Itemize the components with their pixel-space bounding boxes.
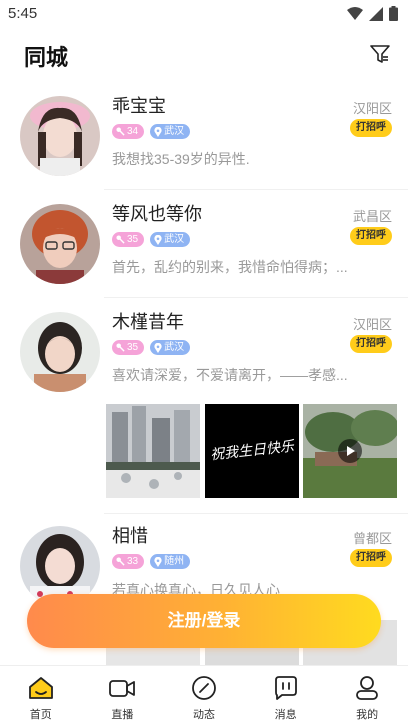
district: 汉阳区 xyxy=(352,317,392,332)
age-tag: 35 xyxy=(112,232,145,247)
city-value: 武汉 xyxy=(164,342,185,353)
tab-profile[interactable]: 我的 xyxy=(326,666,408,725)
age-value: 34 xyxy=(127,126,139,137)
page-title: 同城 xyxy=(24,45,69,70)
greet-button[interactable]: 打招呼 xyxy=(350,549,392,567)
city-tag: 武汉 xyxy=(150,232,191,247)
key-icon xyxy=(116,557,125,566)
avatar[interactable] xyxy=(20,96,100,176)
location-icon xyxy=(154,342,162,353)
user-tags: 35 武汉 xyxy=(112,340,191,355)
wifi-icon xyxy=(347,6,363,20)
greet-button[interactable]: 打招呼 xyxy=(350,119,392,137)
district: 汉阳区 xyxy=(352,101,392,116)
play-icon xyxy=(338,439,362,463)
age-value: 35 xyxy=(127,234,139,245)
profile-icon xyxy=(356,676,379,700)
register-login-button[interactable]: 注册/登录 xyxy=(27,594,381,648)
user-feed[interactable]: 乖宝宝 汉阳区 34 武汉 打招呼 我想找35-39岁的异性. 等风也等你 武昌… xyxy=(0,82,408,666)
tab-label: 消息 xyxy=(274,709,297,721)
location-icon xyxy=(154,234,162,245)
location-icon xyxy=(154,126,162,137)
signal-icon xyxy=(369,6,383,21)
age-tag: 35 xyxy=(112,340,145,355)
tab-label: 直播 xyxy=(111,709,134,721)
tab-label: 我的 xyxy=(356,709,379,721)
city-value: 武汉 xyxy=(164,126,185,137)
video-thumbnail[interactable] xyxy=(303,404,397,498)
battery-icon xyxy=(389,6,398,21)
city-value: 武汉 xyxy=(164,234,185,245)
status-time: 5:45 xyxy=(8,5,38,22)
bottom-tab-bar: 首页 直播 动态 消息 我的 xyxy=(0,665,408,725)
user-tags: 33 随州 xyxy=(112,554,191,569)
header: 同城 xyxy=(0,36,408,76)
key-icon xyxy=(116,127,125,136)
user-card[interactable]: 木槿昔年 汉阳区 35 武汉 打招呼 喜欢请深爱，不爱请离开，——孝感... 祝… xyxy=(0,298,408,514)
city-tag: 随州 xyxy=(150,554,191,569)
age-tag: 33 xyxy=(112,554,145,569)
age-value: 35 xyxy=(127,342,139,353)
user-tags: 34 武汉 xyxy=(112,124,191,139)
nickname: 相惜 xyxy=(112,526,148,546)
user-bio: 我想找35-39岁的异性. xyxy=(112,151,250,167)
tab-home[interactable]: 首页 xyxy=(0,666,82,725)
photo-caption: 祝我生日快乐 xyxy=(209,438,295,464)
tab-moments[interactable]: 动态 xyxy=(163,666,245,725)
user-bio: 喜欢请深爱，不爱请离开，——孝感... xyxy=(112,367,348,383)
key-icon xyxy=(116,235,125,244)
greet-button[interactable]: 打招呼 xyxy=(350,335,392,353)
tab-label: 首页 xyxy=(29,709,52,721)
city-tag: 武汉 xyxy=(150,340,191,355)
home-icon xyxy=(28,677,53,699)
tab-label: 动态 xyxy=(192,709,215,721)
user-card[interactable]: 乖宝宝 汉阳区 34 武汉 打招呼 我想找35-39岁的异性. xyxy=(0,82,408,190)
avatar[interactable] xyxy=(20,312,100,392)
city-tag: 武汉 xyxy=(150,124,191,139)
status-bar: 5:45 xyxy=(0,0,408,28)
status-icons xyxy=(347,6,398,21)
greet-button[interactable]: 打招呼 xyxy=(350,227,392,245)
age-tag: 34 xyxy=(112,124,145,139)
nickname: 木槿昔年 xyxy=(112,312,184,332)
photo-thumbnail[interactable] xyxy=(106,404,200,498)
district: 武昌区 xyxy=(352,209,392,224)
location-icon xyxy=(154,556,162,567)
user-bio: 首先，乱约的别来，我惜命怕得病；... xyxy=(112,259,348,275)
nickname: 等风也等你 xyxy=(112,204,202,224)
message-icon xyxy=(274,676,297,700)
user-tags: 35 武汉 xyxy=(112,232,191,247)
tab-live[interactable]: 直播 xyxy=(82,666,164,725)
age-value: 33 xyxy=(127,556,139,567)
filter-icon xyxy=(370,45,390,63)
video-icon xyxy=(109,680,136,697)
nickname: 乖宝宝 xyxy=(112,96,166,116)
city-value: 随州 xyxy=(164,556,185,567)
key-icon xyxy=(116,343,125,352)
photo-thumbnail[interactable]: 祝我生日快乐 xyxy=(205,404,299,498)
filter-button[interactable] xyxy=(368,42,392,66)
avatar[interactable] xyxy=(20,204,100,284)
tab-messages[interactable]: 消息 xyxy=(245,666,327,725)
compass-icon xyxy=(192,676,216,700)
user-card[interactable]: 等风也等你 武昌区 35 武汉 打招呼 首先，乱约的别来，我惜命怕得病；... xyxy=(0,190,408,298)
district: 曾都区 xyxy=(352,531,392,546)
